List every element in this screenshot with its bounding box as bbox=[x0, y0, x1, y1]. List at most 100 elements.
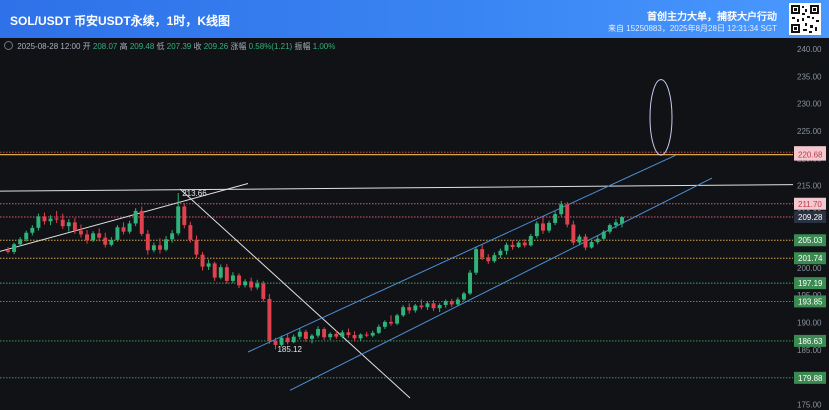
candle-body bbox=[534, 223, 539, 237]
candle[interactable] bbox=[188, 221, 193, 243]
candle[interactable] bbox=[370, 330, 375, 338]
candle[interactable] bbox=[42, 212, 47, 225]
target-ellipse[interactable] bbox=[649, 79, 673, 156]
candle[interactable] bbox=[413, 303, 418, 313]
candle[interactable] bbox=[534, 221, 539, 239]
candle[interactable] bbox=[121, 222, 126, 235]
candle[interactable] bbox=[249, 277, 254, 291]
candle[interactable] bbox=[316, 326, 321, 338]
candle[interactable] bbox=[540, 216, 545, 234]
candle[interactable] bbox=[486, 254, 491, 264]
flat-resistance-line[interactable] bbox=[0, 184, 794, 192]
candle[interactable] bbox=[133, 208, 138, 227]
candle[interactable] bbox=[577, 234, 582, 245]
candle[interactable] bbox=[565, 202, 570, 228]
candle[interactable] bbox=[547, 220, 552, 233]
candle[interactable] bbox=[504, 242, 509, 255]
candle-body bbox=[413, 305, 418, 311]
candle-body bbox=[407, 307, 412, 311]
candle[interactable] bbox=[285, 333, 290, 345]
candle[interactable] bbox=[237, 273, 241, 289]
candle[interactable] bbox=[395, 313, 400, 326]
candle[interactable] bbox=[346, 328, 351, 338]
candle[interactable] bbox=[309, 333, 314, 344]
candle-body bbox=[425, 303, 430, 308]
candle[interactable] bbox=[127, 220, 132, 234]
candle[interactable] bbox=[97, 228, 102, 242]
candle[interactable] bbox=[224, 263, 229, 284]
candle[interactable] bbox=[382, 320, 387, 330]
candle[interactable] bbox=[583, 233, 588, 251]
candle[interactable] bbox=[443, 299, 448, 308]
candle[interactable] bbox=[449, 298, 454, 308]
candle[interactable] bbox=[103, 232, 108, 248]
candle[interactable] bbox=[158, 238, 162, 254]
candle[interactable] bbox=[182, 203, 187, 229]
candle[interactable] bbox=[60, 213, 65, 229]
channel-lower-line[interactable] bbox=[289, 177, 713, 391]
candle[interactable] bbox=[115, 225, 120, 242]
candle[interactable] bbox=[389, 315, 393, 326]
candle[interactable] bbox=[437, 303, 442, 313]
candle[interactable] bbox=[30, 225, 35, 236]
candle-body bbox=[474, 249, 479, 273]
candle[interactable] bbox=[85, 230, 90, 244]
candle[interactable] bbox=[510, 240, 515, 250]
candle[interactable] bbox=[194, 235, 199, 258]
candle[interactable] bbox=[230, 272, 235, 284]
candle[interactable] bbox=[322, 327, 327, 340]
candle[interactable] bbox=[218, 264, 223, 280]
candle[interactable] bbox=[553, 211, 558, 226]
candle[interactable] bbox=[559, 201, 564, 217]
candle[interactable] bbox=[516, 240, 521, 249]
candle[interactable] bbox=[78, 224, 83, 238]
candle[interactable] bbox=[425, 301, 430, 310]
candle[interactable] bbox=[255, 279, 260, 290]
candle-body bbox=[455, 299, 460, 305]
candle-body bbox=[237, 275, 241, 286]
candle[interactable] bbox=[328, 332, 333, 340]
candle[interactable] bbox=[12, 242, 17, 255]
candle[interactable] bbox=[261, 280, 266, 302]
candle[interactable] bbox=[170, 230, 175, 243]
candle[interactable] bbox=[206, 259, 211, 270]
candle[interactable] bbox=[571, 220, 576, 246]
candle[interactable] bbox=[401, 304, 406, 317]
price-level-value: 186.63 bbox=[798, 337, 823, 346]
candle[interactable] bbox=[200, 251, 205, 271]
candle[interactable] bbox=[297, 328, 302, 340]
candle[interactable] bbox=[498, 248, 503, 258]
candle[interactable] bbox=[151, 242, 156, 253]
channel-upper-line[interactable] bbox=[247, 154, 677, 353]
candle[interactable] bbox=[212, 261, 217, 281]
candle[interactable] bbox=[607, 223, 612, 234]
candle[interactable] bbox=[164, 236, 169, 252]
candle[interactable] bbox=[474, 246, 479, 275]
price-chart[interactable]: 240.00235.00230.00225.00220.00215.00210.… bbox=[0, 38, 829, 410]
candle[interactable] bbox=[66, 219, 71, 232]
candle-body bbox=[6, 250, 10, 252]
candle[interactable] bbox=[176, 193, 181, 236]
candle[interactable] bbox=[145, 230, 150, 255]
candle[interactable] bbox=[358, 333, 363, 341]
candle[interactable] bbox=[139, 206, 144, 237]
candle[interactable] bbox=[620, 215, 624, 228]
candle[interactable] bbox=[528, 233, 533, 247]
candle[interactable] bbox=[6, 246, 10, 254]
candle[interactable] bbox=[267, 294, 272, 344]
candle[interactable] bbox=[109, 237, 114, 247]
candle[interactable] bbox=[291, 334, 296, 344]
candle[interactable] bbox=[376, 324, 381, 334]
candle[interactable] bbox=[364, 331, 369, 338]
candle[interactable] bbox=[468, 269, 472, 296]
candle-body bbox=[620, 217, 624, 224]
candle[interactable] bbox=[243, 279, 248, 288]
candle[interactable] bbox=[407, 303, 412, 314]
candle[interactable] bbox=[352, 331, 357, 342]
candle[interactable] bbox=[492, 252, 497, 263]
candle[interactable] bbox=[91, 231, 96, 243]
candle[interactable] bbox=[36, 213, 41, 231]
candle[interactable] bbox=[303, 329, 308, 342]
candle[interactable] bbox=[461, 291, 466, 302]
candle[interactable] bbox=[589, 239, 594, 249]
